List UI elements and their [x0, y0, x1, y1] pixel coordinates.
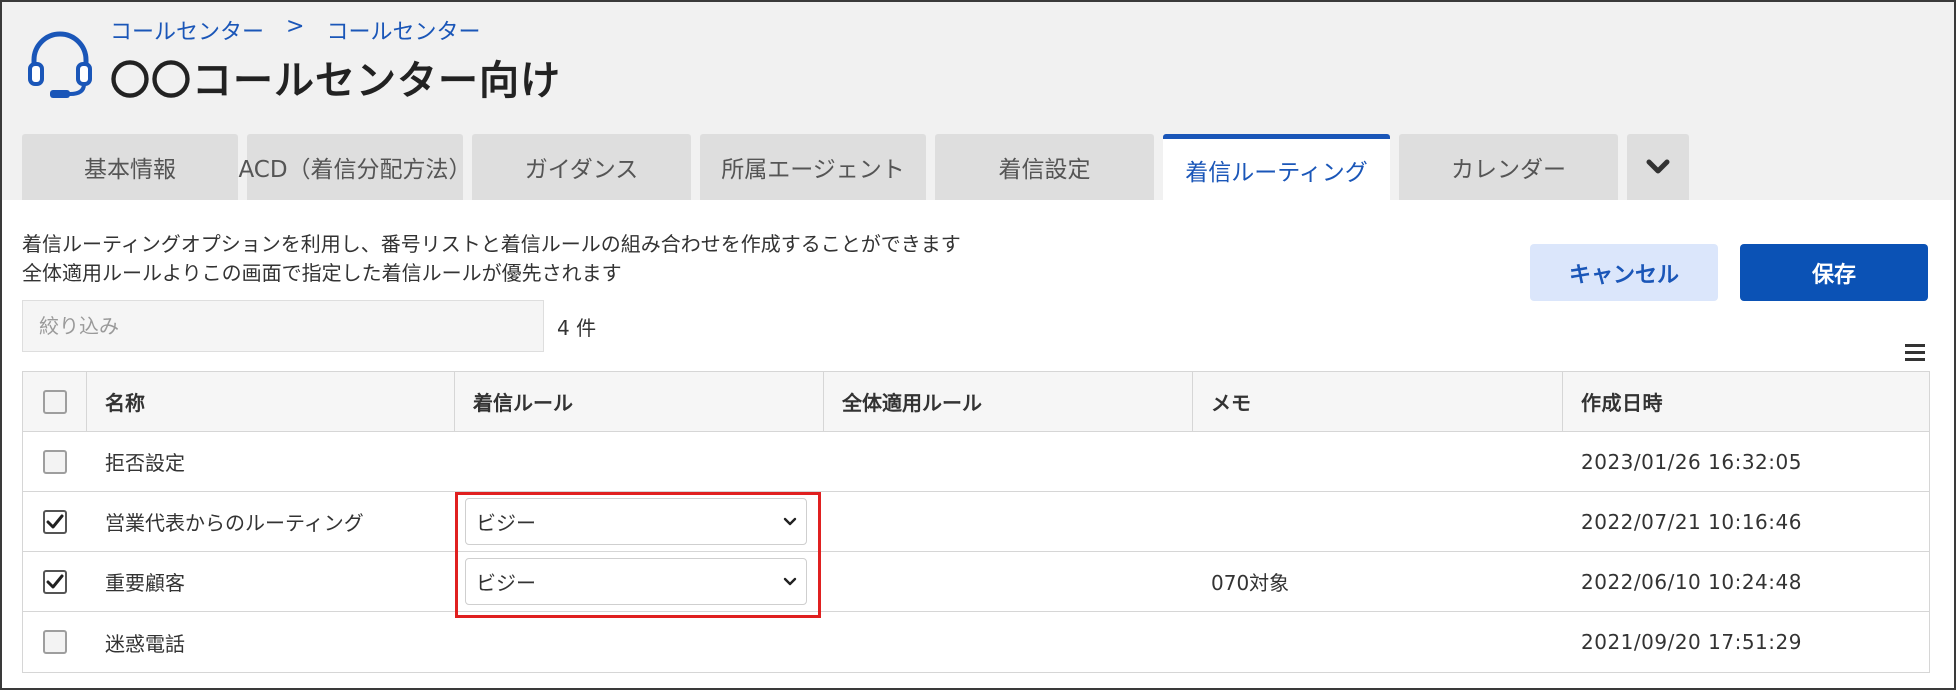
column-header-memo[interactable]: メモ — [1193, 372, 1563, 431]
checkmark-icon — [46, 574, 64, 588]
row-memo — [1193, 432, 1563, 491]
tab-incoming-settings[interactable]: 着信設定 — [935, 134, 1154, 200]
tab-bar: 基本情報 ACD（着信分配方法） ガイダンス 所属エージェント 着信設定 着信ル… — [22, 134, 1689, 200]
row-name: 迷惑電話 — [105, 631, 185, 656]
row-memo — [1193, 492, 1563, 551]
row-memo: 070対象 — [1211, 571, 1290, 595]
row-checkbox-cell — [23, 552, 87, 611]
row-rule-cell: ビジー — [455, 552, 824, 611]
row-created: 2021/09/20 17:51:29 — [1581, 630, 1802, 654]
breadcrumb-item-1[interactable]: コールセンター — [110, 14, 264, 46]
save-button[interactable]: 保存 — [1740, 244, 1928, 301]
row-rule-cell: ビジー — [455, 492, 824, 551]
column-header-rule[interactable]: 着信ルール — [455, 372, 824, 431]
row-name: 営業代表からのルーティング — [105, 511, 364, 535]
chevron-down-icon — [783, 517, 797, 526]
rule-select-value: ビジー — [476, 571, 536, 595]
row-created: 2022/07/21 10:16:46 — [1581, 509, 1802, 534]
row-created: 2022/06/10 10:24:48 — [1581, 569, 1802, 594]
row-rule — [455, 432, 824, 491]
page-description: 着信ルーティングオプションを利用し、番号リストと着信ルールの組み合わせを作成する… — [22, 230, 961, 288]
tab-more-button[interactable] — [1627, 134, 1689, 200]
table-row[interactable]: 拒否設定 2023/01/26 16:32:05 — [23, 432, 1929, 492]
hamburger-menu-icon[interactable] — [1904, 342, 1926, 362]
tab-guidance[interactable]: ガイダンス — [472, 134, 691, 200]
header-checkbox-cell — [23, 372, 87, 431]
row-name: 拒否設定 — [105, 451, 185, 475]
column-header-global-rule[interactable]: 全体適用ルール — [824, 372, 1193, 431]
page-header: コールセンター > コールセンター 〇〇コールセンター向け 基本情報 ACD（着… — [2, 2, 1954, 200]
breadcrumb-separator: > — [286, 14, 305, 39]
tab-calendar[interactable]: カレンダー — [1399, 134, 1618, 200]
app-frame: コールセンター > コールセンター 〇〇コールセンター向け 基本情報 ACD（着… — [0, 0, 1956, 690]
tab-basic-info[interactable]: 基本情報 — [22, 134, 238, 200]
row-global-rule — [824, 552, 1193, 611]
rule-select[interactable]: ビジー — [465, 558, 807, 605]
select-all-checkbox[interactable] — [42, 389, 67, 414]
chevron-down-icon — [783, 577, 797, 586]
row-checkbox[interactable] — [43, 630, 67, 654]
tab-incoming-routing[interactable]: 着信ルーティング — [1163, 134, 1390, 200]
headset-icon — [28, 31, 92, 98]
routing-table: 名称 着信ルール 全体適用ルール メモ 作成日時 拒否設定 2023/01/26… — [22, 371, 1930, 673]
row-created: 2023/01/26 16:32:05 — [1581, 449, 1802, 474]
description-line-2: 全体適用ルールよりこの画面で指定した着信ルールが優先されます — [22, 261, 622, 285]
row-rule — [455, 612, 824, 672]
table-header-row: 名称 着信ルール 全体適用ルール メモ 作成日時 — [23, 372, 1929, 432]
checkmark-icon — [46, 514, 64, 528]
row-checkbox[interactable] — [43, 569, 67, 594]
row-global-rule — [824, 492, 1193, 551]
row-memo — [1193, 612, 1563, 672]
column-header-name[interactable]: 名称 — [87, 372, 455, 431]
chevron-down-icon — [1646, 159, 1670, 174]
table-row[interactable]: 迷惑電話 2021/09/20 17:51:29 — [23, 612, 1929, 672]
row-checkbox[interactable] — [43, 449, 67, 474]
row-checkbox[interactable] — [43, 509, 67, 534]
row-checkbox-cell — [23, 432, 87, 491]
cancel-button[interactable]: キャンセル — [1530, 244, 1718, 301]
row-checkbox-cell — [23, 612, 87, 672]
rule-select-value: ビジー — [476, 511, 536, 535]
breadcrumb-item-2[interactable]: コールセンター — [326, 14, 480, 46]
breadcrumb: コールセンター > コールセンター — [110, 14, 480, 46]
table-row[interactable]: 重要顧客 ビジー 070対象 2022/06/10 10:24:48 — [23, 552, 1929, 612]
row-global-rule — [824, 612, 1193, 672]
tab-acd[interactable]: ACD（着信分配方法） — [238, 134, 472, 200]
row-checkbox-cell — [23, 492, 87, 551]
table-row[interactable]: 営業代表からのルーティング ビジー 2022/07/21 10:16:46 — [23, 492, 1929, 552]
tab-agents[interactable]: 所属エージェント — [700, 134, 926, 200]
row-name: 重要顧客 — [105, 571, 185, 595]
description-line-1: 着信ルーティングオプションを利用し、番号リストと着信ルールの組み合わせを作成する… — [22, 232, 961, 256]
row-global-rule — [824, 432, 1193, 491]
page-title: 〇〇コールセンター向け — [110, 58, 561, 104]
result-count: 4 件 — [557, 316, 597, 340]
filter-input[interactable] — [22, 300, 544, 352]
column-header-created[interactable]: 作成日時 — [1563, 372, 1931, 431]
rule-select[interactable]: ビジー — [465, 498, 807, 545]
